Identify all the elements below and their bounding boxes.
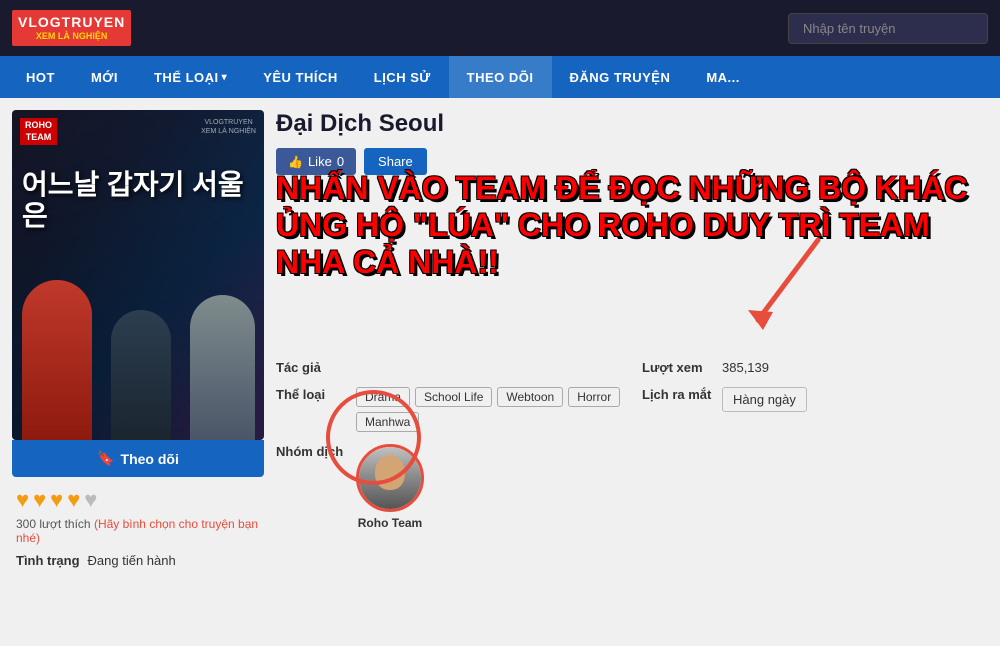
manga-title: Đại Dịch Seoul: [276, 110, 988, 138]
right-panel: Đại Dịch Seoul 👍 Like 0 Share NHẤN VÀO T…: [276, 110, 988, 634]
genre-row: Thể loại Drama School Life Webtoon Horro…: [276, 387, 622, 432]
translator-avatar: [356, 444, 424, 512]
star-1[interactable]: ♥: [16, 487, 29, 513]
avatar-inner: [359, 447, 421, 509]
action-buttons: 👍 Like 0 Share: [276, 148, 988, 175]
star-rating[interactable]: ♥ ♥ ♥ ♥ ♥: [12, 477, 264, 517]
nav-the-loai[interactable]: THỂ LOẠI ▾: [136, 56, 245, 98]
tag-school-life[interactable]: School Life: [415, 387, 492, 407]
star-2[interactable]: ♥: [33, 487, 46, 513]
genre-tags: Drama School Life Webtoon Horror Manhwa: [356, 387, 622, 432]
thumbs-up-icon: 👍: [288, 155, 303, 169]
cover-text: ROHO TEAM: [20, 118, 57, 145]
bookmark-icon: 🔖: [97, 450, 114, 467]
search-box[interactable]: [788, 13, 988, 44]
translator-group[interactable]: Roho Team: [356, 444, 424, 530]
arrow-overlay: [738, 230, 838, 355]
views-row: Lượt xem 385,139: [642, 360, 988, 375]
tag-drama[interactable]: Drama: [356, 387, 410, 407]
character-2: [111, 310, 171, 440]
arrow-icon: [738, 230, 838, 350]
left-panel: ROHO TEAM VLOGTRUYEN XEM LÀ NGHIỆN 어느날 갑…: [12, 110, 264, 634]
status-row: Tình trạng Đang tiến hành: [12, 545, 264, 568]
nav-moi[interactable]: MỚI: [73, 56, 136, 98]
nav-theo-doi[interactable]: THEO DÕI: [449, 56, 552, 98]
star-5[interactable]: ♥: [84, 487, 97, 513]
translator-row: Nhóm dịch Roho Team: [276, 444, 622, 530]
logo[interactable]: VLOGTRUYEN XEM LÀ NGHIỆN: [12, 10, 131, 46]
promo-text: NHẤN VÀO TEAM ĐỂ ĐỌC NHỮNG BỘ KHÁC ỦNG H…: [276, 170, 988, 280]
roho-badge: ROHO TEAM: [20, 118, 57, 145]
navbar: HOT MỚI THỂ LOẠI ▾ YÊU THÍCH LỊCH SỬ THE…: [0, 56, 1000, 98]
share-button[interactable]: Share: [364, 148, 427, 175]
logo-box: VLOGTRUYEN XEM LÀ NGHIỆN: [12, 10, 131, 46]
tag-horror[interactable]: Horror: [568, 387, 620, 407]
search-input[interactable]: [788, 13, 988, 44]
character-1: [22, 280, 92, 440]
info-grid: Tác giả Lượt xem 385,139 Thể loại Drama …: [276, 360, 988, 530]
manga-korean-title: 어느날 갑자기 서울은: [22, 170, 254, 232]
manga-cover: ROHO TEAM VLOGTRUYEN XEM LÀ NGHIỆN 어느날 갑…: [12, 110, 264, 440]
nav-yeu-thich[interactable]: YÊU THÍCH: [245, 56, 356, 98]
watermark: VLOGTRUYEN XEM LÀ NGHIỆN: [201, 118, 256, 136]
header: VLOGTRUYEN XEM LÀ NGHIỆN: [0, 0, 1000, 56]
avatar-face: [375, 455, 405, 490]
nav-lich-su[interactable]: LỊCH SỬ: [356, 56, 449, 98]
nav-hot[interactable]: HOT: [8, 56, 73, 98]
nav-dang-truyen[interactable]: ĐĂNG TRUYỆN: [552, 56, 689, 98]
rating-info: 300 lượt thích (Hãy bình chọn cho truyện…: [12, 517, 264, 545]
chevron-down-icon: ▾: [222, 72, 228, 83]
release-row: Lịch ra mắt Hàng ngày: [642, 387, 988, 432]
star-4[interactable]: ♥: [67, 487, 80, 513]
main-content: ROHO TEAM VLOGTRUYEN XEM LÀ NGHIỆN 어느날 갑…: [0, 98, 1000, 646]
like-button[interactable]: 👍 Like 0: [276, 148, 356, 175]
star-3[interactable]: ♥: [50, 487, 63, 513]
nav-more[interactable]: MA...: [688, 56, 758, 98]
tag-webtoon[interactable]: Webtoon: [497, 387, 563, 407]
characters-area: [12, 240, 264, 440]
character-3: [190, 295, 255, 440]
translator-name: Roho Team: [358, 516, 422, 530]
tag-manhwa[interactable]: Manhwa: [356, 412, 419, 432]
logo-main-text: VLOGTRUYEN: [18, 14, 125, 31]
follow-button[interactable]: 🔖 Theo dõi: [12, 440, 264, 477]
logo-sub-text: XEM LÀ NGHIỆN: [18, 31, 125, 42]
release-schedule: Hàng ngày: [722, 387, 807, 412]
author-row: Tác giả: [276, 360, 622, 375]
